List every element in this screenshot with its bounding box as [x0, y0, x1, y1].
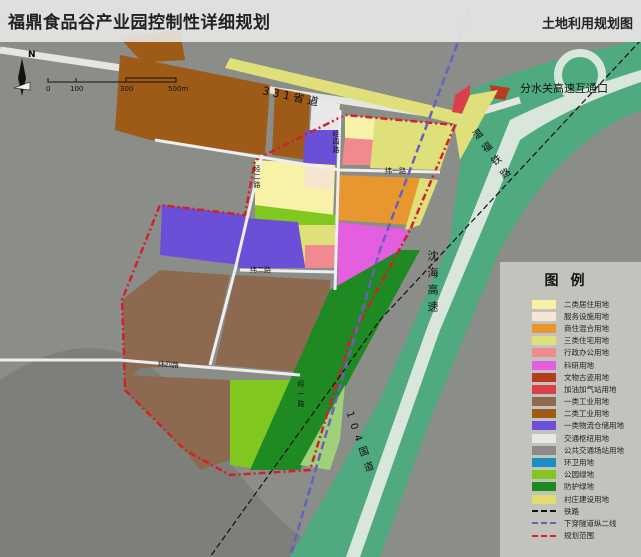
legend-item: 规划范围 [532, 530, 641, 542]
legend-item: 铁路 [532, 505, 641, 517]
legend-label: 商住混合用地 [564, 323, 609, 333]
label-road: 纬一路 [385, 167, 406, 175]
legend-swatch [532, 494, 556, 504]
legend-label: 交通枢纽用地 [564, 433, 609, 443]
legend-item: 二类工业用地 [532, 408, 641, 420]
legend-item: 文物古迹用地 [532, 371, 641, 383]
legend-label: 文物古迹用地 [564, 372, 609, 382]
legend-label: 村庄建设用地 [564, 494, 609, 504]
legend-item: 环卫用地 [532, 456, 641, 468]
legend-label: 铁路 [564, 506, 579, 516]
legend-label: 公园绿地 [564, 470, 594, 480]
legend-label: 环卫用地 [564, 458, 594, 468]
legend-item: 二类居住用地 [532, 298, 641, 310]
map-subtitle: 土地利用规划图 [541, 17, 633, 32]
legend-label: 一类物流仓储用地 [564, 421, 624, 431]
legend-label: 二类居住用地 [564, 299, 609, 309]
legend-item: 一类物流仓储用地 [532, 420, 641, 432]
legend-label: 三类住宅用地 [564, 336, 609, 346]
legend-title: 图例 [544, 273, 597, 289]
legend-item: 下穿隧道纵二线 [532, 517, 641, 529]
legend-list: 二类居住用地 服务设施用地 商住混合用地 三类住宅用地 行政办公用地 科研用地文物古迹用地… [532, 298, 641, 542]
legend-label: 防护绿地 [564, 482, 594, 492]
label-road: 经二路 [253, 165, 261, 189]
legend-swatch [532, 299, 556, 309]
scale-tick: 100 [70, 85, 84, 93]
legend-swatch [532, 445, 556, 455]
legend-line-swatch [532, 510, 556, 513]
legend-swatch [532, 482, 556, 492]
legend-swatch [532, 458, 556, 468]
legend-label: 规划范围 [564, 531, 594, 541]
legend-label: 下穿隧道纵二线 [564, 518, 617, 528]
legend-item: 公共交通场站用地 [532, 444, 641, 456]
legend-swatch [532, 409, 556, 419]
scale-tick: 0 [46, 85, 51, 93]
legend-swatch [532, 348, 556, 358]
legend-label: 服务设施用地 [564, 311, 609, 321]
scale-bar: 0 100 300 500m [46, 76, 196, 96]
page-title: 福鼎食品谷产业园控制性详细规划 [8, 13, 271, 33]
label-road: 经一路 [297, 380, 305, 410]
label-road: 纬四路 [157, 360, 180, 370]
legend-swatch [532, 372, 556, 382]
legend-item: 三类住宅用地 [532, 335, 641, 347]
legend-line-swatch [532, 534, 556, 537]
legend-label: 加油加气站用地 [564, 384, 617, 394]
north-arrow-icon: N [14, 50, 40, 96]
legend-label: 二类工业用地 [564, 409, 609, 419]
legend-item: 行政办公用地 [532, 347, 641, 359]
legend-label: 行政办公用地 [564, 348, 609, 358]
legend-swatch [532, 336, 556, 346]
legend-swatch [532, 323, 556, 333]
scale-tick: 500m [168, 85, 189, 93]
legend-swatch [532, 384, 556, 394]
legend: 图例 二类居住用地 服务设施用地 商住混合用地 三类住宅用地 行政办公用地 科研用地文物古… [500, 262, 641, 557]
label-road: 经四路 [332, 130, 340, 154]
legend-swatch [532, 433, 556, 443]
legend-label: 科研用地 [564, 360, 594, 370]
legend-line-swatch [532, 522, 556, 525]
legend-item: 科研用地 [532, 359, 641, 371]
legend-item: 服务设施用地 [532, 310, 641, 322]
legend-item: 公园绿地 [532, 469, 641, 481]
legend-swatch [532, 421, 556, 431]
legend-swatch [532, 470, 556, 480]
legend-label: 一类工业用地 [564, 397, 609, 407]
legend-item: 一类工业用地 [532, 396, 641, 408]
title-bar: 福鼎食品谷产业园控制性详细规划 土地利用规划图 [0, 0, 641, 42]
legend-swatch [532, 397, 556, 407]
legend-swatch [532, 360, 556, 370]
scale-tick: 300 [120, 85, 134, 93]
legend-swatch [532, 311, 556, 321]
legend-item: 交通枢纽用地 [532, 432, 641, 444]
label-expressway: 沈海高速 [426, 250, 439, 318]
label-interchange: 分水关高速互通口 [520, 82, 608, 95]
legend-item: 防护绿地 [532, 481, 641, 493]
label-road: 纬二路 [250, 266, 271, 274]
legend-label: 公共交通场站用地 [564, 445, 624, 455]
legend-item: 村庄建设用地 [532, 493, 641, 505]
legend-item: 商住混合用地 [532, 322, 641, 334]
legend-item: 加油加气站用地 [532, 383, 641, 395]
